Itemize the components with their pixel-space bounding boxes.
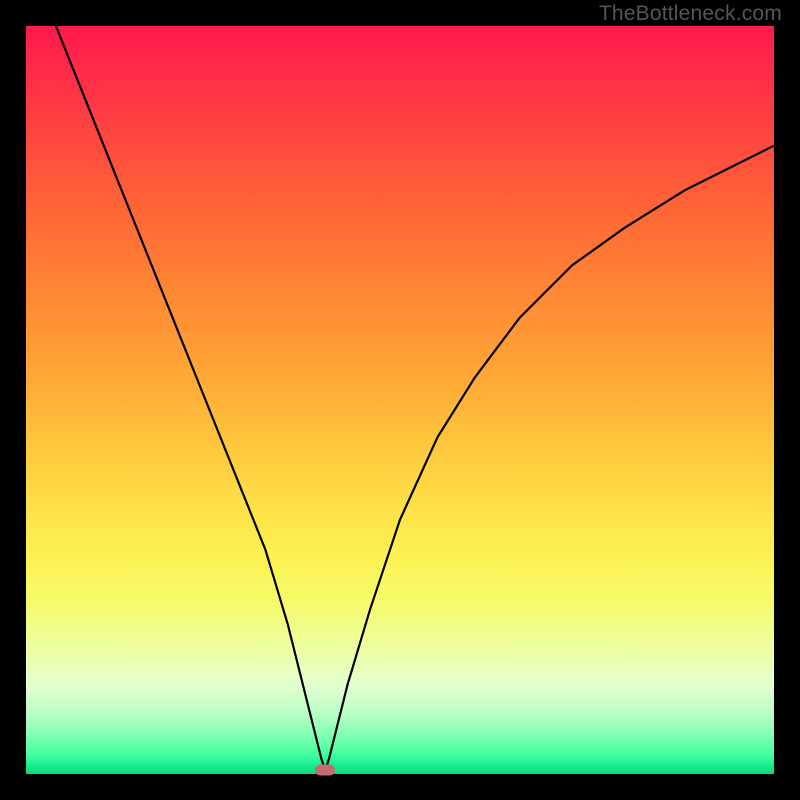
curve-svg: [26, 26, 774, 774]
bottleneck-curve: [56, 26, 774, 770]
plot-area: [26, 26, 774, 774]
optimum-marker: [315, 765, 335, 776]
chart-frame: TheBottleneck.com: [0, 0, 800, 800]
watermark-text: TheBottleneck.com: [599, 2, 782, 26]
